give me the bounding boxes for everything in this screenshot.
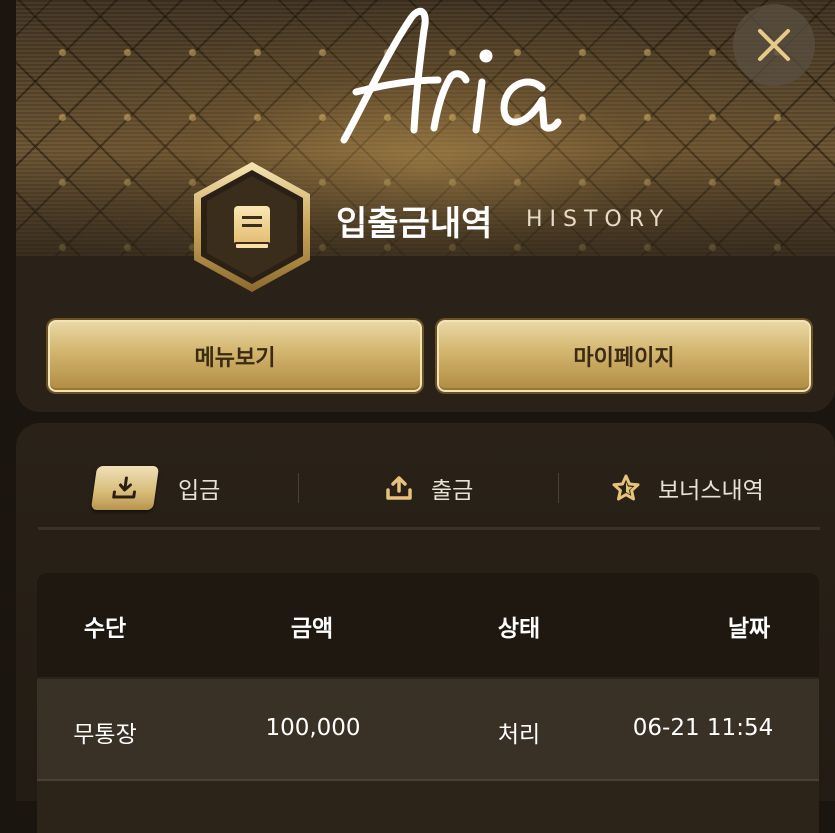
star-icon — [612, 474, 640, 501]
row-divider — [37, 779, 819, 781]
tab-withdraw-label: 출금 — [431, 478, 474, 504]
cell-date: 06-21 11:54 — [632, 715, 774, 741]
table-row[interactable]: 무통장 100,000 처리 06-21 11:54 — [37, 679, 819, 779]
column-header-status: 상태 — [497, 616, 541, 642]
tab-deposit-label: 입금 — [178, 478, 221, 504]
header-panel: 입출금내역 HISTORY 메뉴보기 마이페이지 — [16, 0, 835, 412]
aria-logo — [340, 7, 562, 144]
menu-button[interactable]: 메뉴보기 — [48, 320, 422, 392]
download-icon — [112, 476, 136, 499]
tab-bonus[interactable]: 보너스내역 — [612, 463, 764, 513]
cell-amount: 100,000 — [265, 715, 361, 741]
book-icon — [194, 162, 310, 292]
tabs-divider — [38, 527, 820, 530]
history-tabs: 입금 출금 보너스내역 — [38, 463, 818, 513]
tab-withdraw[interactable]: 출금 — [385, 463, 473, 513]
column-header-date: 날짜 — [727, 616, 771, 642]
column-header-method: 수단 — [83, 616, 127, 642]
column-header-amount: 금액 — [290, 616, 334, 642]
table-header: 수단 금액 상태 날짜 — [37, 573, 819, 677]
mypage-button[interactable]: 마이페이지 — [437, 320, 811, 392]
history-panel: 입금 출금 보너스내역 수단 금액 상태 날짜 무통장 100,000 처리 0… — [16, 423, 835, 833]
upload-icon — [386, 476, 412, 500]
tab-divider — [298, 473, 299, 503]
close-icon — [758, 29, 790, 61]
close-button[interactable] — [733, 4, 815, 86]
page-subtitle: HISTORY — [526, 207, 671, 232]
cell-method: 무통장 — [73, 722, 137, 748]
page-title: 입출금내역 — [336, 204, 493, 244]
tab-divider — [558, 473, 559, 503]
cell-status: 처리 — [497, 722, 541, 748]
history-table: 수단 금액 상태 날짜 무통장 100,000 처리 06-21 11:54 — [37, 573, 819, 833]
tab-bonus-label: 보너스내역 — [658, 478, 764, 504]
tab-deposit[interactable]: 입금 — [90, 463, 221, 513]
